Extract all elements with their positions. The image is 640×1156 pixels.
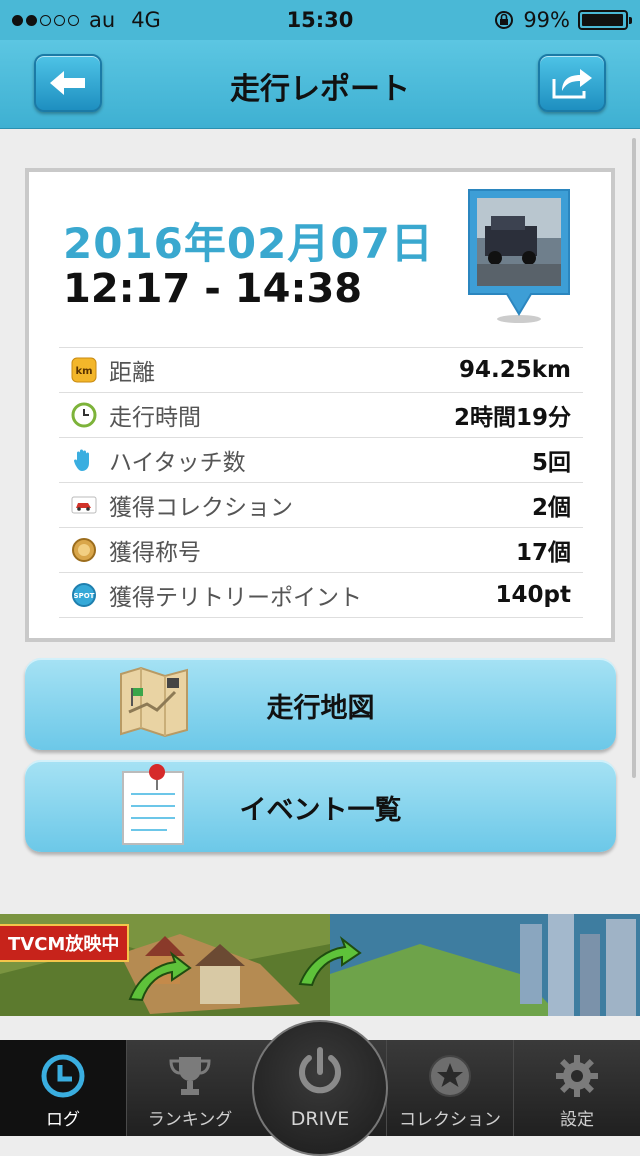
ad-banner[interactable]: TVCM放映中 (0, 914, 640, 1016)
stat-row-collection: 獲得コレクション 2個 (59, 482, 583, 527)
scroll-indicator (632, 138, 636, 778)
tab-collection-label: コレクション (399, 1110, 501, 1130)
tab-ranking[interactable]: ランキング (127, 1040, 253, 1136)
stat-value: 140pt (495, 582, 571, 608)
ad-banner-tag: TVCM放映中 (0, 924, 130, 962)
tab-log-label: ログ (46, 1110, 80, 1130)
stat-value: 2時間19分 (453, 405, 571, 431)
gear-icon (556, 1055, 598, 1097)
stat-label: ハイタッチ数 (109, 450, 246, 476)
stat-value: 94.25km (458, 357, 571, 383)
stat-row-territory: SPOT 獲得テリトリーポイント 140pt (59, 572, 583, 618)
power-icon (299, 1047, 341, 1094)
drive-map-button[interactable]: 走行地図 (25, 658, 616, 750)
tab-log[interactable]: ログ (0, 1040, 126, 1136)
battery-percent: 99% (523, 8, 570, 32)
report-card: 2016年02月07日 12:17 - 14:38 km 距離 94.25km … (25, 168, 615, 642)
photo-pin[interactable] (465, 186, 573, 326)
star-icon (429, 1055, 471, 1097)
stat-row-duration: 走行時間 2時間19分 (59, 392, 583, 437)
share-button[interactable] (538, 54, 606, 112)
medal-icon (71, 537, 97, 563)
event-list-button[interactable]: イベント一覧 (25, 760, 616, 852)
drive-map-label: 走行地図 (266, 693, 375, 724)
drive-photo-pin-icon (468, 189, 570, 323)
battery-icon (578, 10, 632, 30)
tab-settings[interactable]: 設定 (514, 1040, 640, 1136)
stat-label: 獲得称号 (109, 540, 201, 566)
event-list-label: イベント一覧 (239, 795, 402, 826)
clock-icon (41, 1054, 85, 1098)
status-bar: au 4G 15:30 99% (0, 0, 640, 40)
stat-label: 獲得コレクション (109, 495, 293, 521)
stat-row-hightouch: ハイタッチ数 5回 (59, 437, 583, 482)
trophy-icon (169, 1057, 211, 1095)
tab-settings-label: 設定 (560, 1110, 594, 1130)
stat-label: 走行時間 (109, 405, 201, 431)
spot-icon: SPOT (71, 582, 97, 608)
svg-text:SPOT: SPOT (74, 592, 95, 600)
svg-text:km: km (75, 366, 92, 377)
share-icon (552, 69, 592, 99)
report-time-range: 12:17 - 14:38 (63, 266, 363, 312)
car-card-icon (71, 492, 97, 518)
tab-collection[interactable]: コレクション (387, 1040, 513, 1136)
stats-list: km 距離 94.25km 走行時間 2時間19分 ハイタッチ数 5回 獲得コレ… (59, 347, 583, 618)
stat-row-distance: km 距離 94.25km (59, 347, 583, 392)
stat-label: 距離 (109, 360, 155, 386)
tab-ranking-label: ランキング (147, 1110, 233, 1130)
drive-button-label: DRIVE (290, 1108, 350, 1130)
stat-label: 獲得テリトリーポイント (109, 585, 362, 611)
stat-value: 5回 (531, 450, 571, 476)
km-icon: km (71, 357, 97, 383)
stat-row-titles: 獲得称号 17個 (59, 527, 583, 572)
stat-value: 2個 (531, 495, 571, 521)
clock-icon (71, 402, 97, 428)
nav-bar: 走行レポート (0, 40, 640, 129)
stat-value: 17個 (515, 540, 571, 566)
report-date: 2016年02月07日 (63, 219, 434, 268)
hand-icon (71, 447, 97, 473)
rotation-lock-icon (495, 11, 514, 29)
